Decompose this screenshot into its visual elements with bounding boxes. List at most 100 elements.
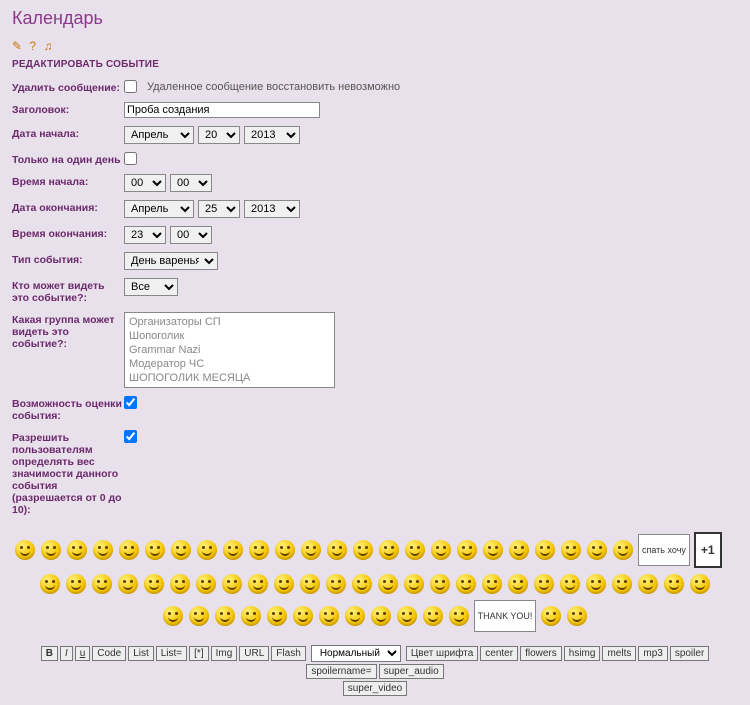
smiley-icon[interactable] [170,574,190,594]
smiley-icon[interactable] [371,606,391,626]
smiley-icon[interactable] [541,606,561,626]
smiley-icon[interactable] [664,574,684,594]
smiley-icon[interactable] [241,606,261,626]
editor-btn-flowers[interactable]: flowers [520,646,562,661]
smiley-icon[interactable] [509,540,529,560]
title-input[interactable] [124,102,320,118]
smiley-icon[interactable] [352,574,372,594]
smiley-icon[interactable] [274,574,294,594]
editor-btn-u[interactable]: u [75,646,91,661]
icon-help[interactable]: ? [29,39,36,53]
smiley-icon[interactable] [144,574,164,594]
smiley-icon[interactable] [118,574,138,594]
editor-btn-list[interactable]: List [128,646,154,661]
editor-btn-flash[interactable]: Flash [271,646,305,661]
smiley-icon[interactable] [482,574,502,594]
smiley-icon[interactable] [508,574,528,594]
group-option[interactable]: Организаторы СП [127,315,332,329]
editor-btn-code[interactable]: Code [92,646,126,661]
end-min-select[interactable]: 00 [170,226,212,244]
smiley-icon[interactable] [41,540,61,560]
allow-rating-checkbox[interactable] [124,396,137,409]
smiley-icon[interactable] [301,540,321,560]
start-min-select[interactable]: 00 [170,174,212,192]
smiley-icon[interactable] [196,574,216,594]
smiley-icon[interactable] [163,606,183,626]
end-day-select[interactable]: 25 [198,200,240,218]
smiley-icon[interactable] [345,606,365,626]
group-option[interactable]: Модератор ЧС [127,357,332,371]
smiley-icon[interactable] [567,606,587,626]
smiley-icon[interactable] [561,540,581,560]
smiley-icon[interactable] [92,574,112,594]
smiley-icon[interactable] [15,540,35,560]
start-year-select[interactable]: 2013 [244,126,300,144]
smiley-icon[interactable] [215,606,235,626]
smiley-icon[interactable] [457,540,477,560]
smiley-icon[interactable] [326,574,346,594]
smiley-icon[interactable] [223,540,243,560]
smiley-icon[interactable] [145,540,165,560]
one-day-checkbox[interactable] [124,152,137,165]
smiley-icon[interactable] [690,574,710,594]
smiley-icon[interactable] [613,540,633,560]
editor-btn-img[interactable]: Img [211,646,238,661]
smiley-icon[interactable] [535,540,555,560]
editor-btn-i[interactable]: I [60,646,73,661]
editor-btn-center[interactable]: center [480,646,518,661]
smiley-icon[interactable] [430,574,450,594]
smiley-icon[interactable] [638,574,658,594]
end-month-select[interactable]: Апрель [124,200,194,218]
allow-weight-checkbox[interactable] [124,430,137,443]
editor-btn-spoiler[interactable]: spoiler [670,646,709,661]
smiley-icon[interactable] [353,540,373,560]
editor-btn-mp3[interactable]: mp3 [638,646,667,661]
editor-btn-url[interactable]: URL [239,646,269,661]
smiley-icon[interactable] [93,540,113,560]
editor-btn-super-audio[interactable]: super_audio [379,664,444,679]
icon-note[interactable]: ♫ [43,39,52,53]
group-option[interactable]: Grammar Nazi [127,343,332,357]
smiley-icon[interactable] [267,606,287,626]
smiley-icon[interactable] [67,540,87,560]
group-listbox[interactable]: Организаторы СПШопоголикGrammar NaziМоде… [124,312,335,388]
smiley-icon[interactable] [587,540,607,560]
smiley-icon[interactable] [456,574,476,594]
group-option[interactable]: Администраторы [127,385,332,388]
smiley-icon[interactable] [423,606,443,626]
smiley-icon[interactable] [397,606,417,626]
font-size-select[interactable]: Нормальный [311,645,401,662]
smiley-icon[interactable] [319,606,339,626]
editor-btn-super-video[interactable]: super_video [343,681,407,696]
editor-btn-spoilername-[interactable]: spoilername= [306,664,376,679]
smiley-icon[interactable] [171,540,191,560]
smiley-icon[interactable] [197,540,217,560]
group-option[interactable]: Шопоголик [127,329,332,343]
smiley-icon[interactable] [612,574,632,594]
smiley-icon[interactable] [534,574,554,594]
start-day-select[interactable]: 20 [198,126,240,144]
editor-btn-melts[interactable]: melts [602,646,636,661]
smiley-icon[interactable] [66,574,86,594]
badge-plusone[interactable]: +1 [694,532,722,568]
smiley-icon[interactable] [449,606,469,626]
icon-pencil[interactable]: ✎ [12,39,22,53]
smiley-icon[interactable] [405,540,425,560]
smiley-icon[interactable] [300,574,320,594]
end-year-select[interactable]: 2013 [244,200,300,218]
editor-btn-list-[interactable]: List= [156,646,187,661]
smiley-icon[interactable] [379,540,399,560]
group-option[interactable]: ШОПОГОЛИК МЕСЯЦА [127,371,332,385]
smiley-icon[interactable] [40,574,60,594]
smiley-icon[interactable] [586,574,606,594]
smiley-icon[interactable] [248,574,268,594]
smiley-icon[interactable] [189,606,209,626]
smiley-icon[interactable] [560,574,580,594]
end-hour-select[interactable]: 23 [124,226,166,244]
smiley-icon[interactable] [119,540,139,560]
start-hour-select[interactable]: 00 [124,174,166,192]
smiley-icon[interactable] [327,540,347,560]
delete-checkbox[interactable] [124,80,137,93]
smiley-icon[interactable] [483,540,503,560]
smiley-icon[interactable] [222,574,242,594]
